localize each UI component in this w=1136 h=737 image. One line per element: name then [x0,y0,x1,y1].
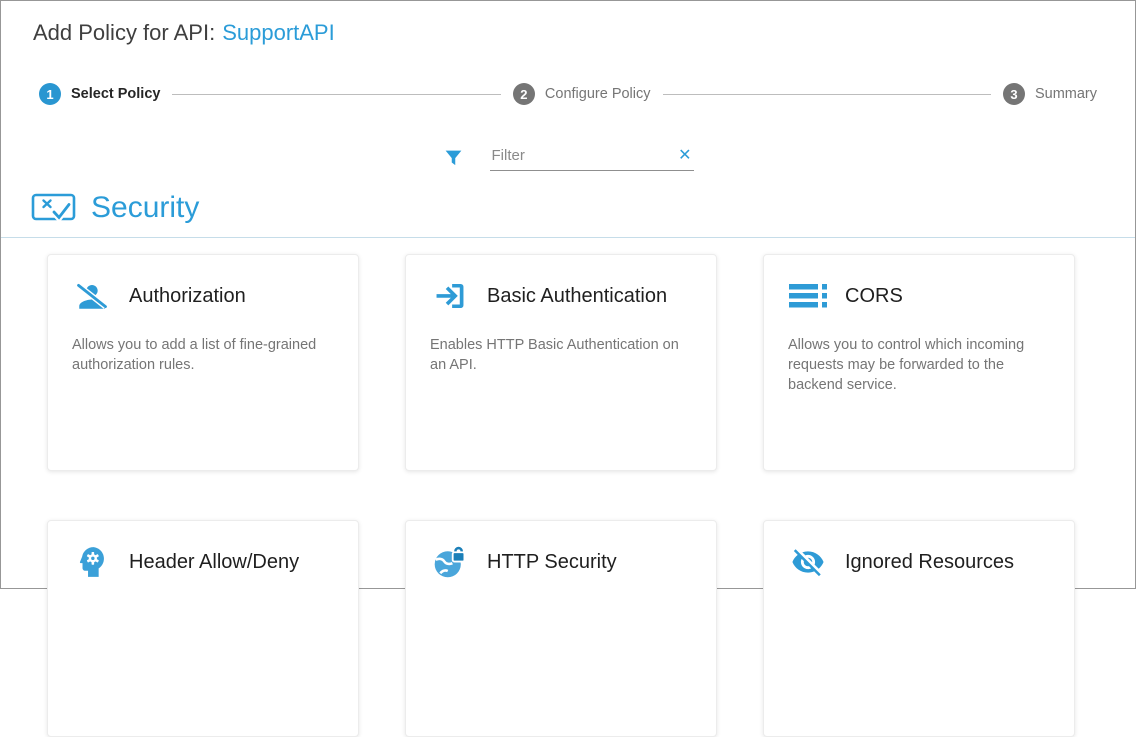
step-2-circle: 2 [513,83,535,105]
card-title: Authorization [129,285,246,308]
filter-input[interactable] [490,146,677,165]
filter-field: ✕ [490,146,694,171]
login-arrow-icon [430,278,470,314]
policy-card-http-security[interactable]: HTTP Security [405,520,717,737]
card-title: Ignored Resources [845,551,1014,574]
step-2-label: Configure Policy [545,86,651,102]
filter-funnel-icon [443,148,464,169]
globe-lock-icon [430,544,470,580]
filter-row: ✕ [1,146,1135,174]
policy-card-basic-authentication[interactable]: Basic Authentication Enables HTTP Basic … [405,254,717,471]
card-title: Basic Authentication [487,285,667,308]
step-select-policy[interactable]: 1 Select Policy [39,83,160,105]
policy-card-header-allow-deny[interactable]: Header Allow/Deny [47,520,359,737]
add-policy-page: { "header": { "title_prefix": "Add Polic… [0,0,1136,589]
step-3-circle: 3 [1003,83,1025,105]
wizard-stepper: 1 Select Policy 2 Configure Policy 3 Sum… [1,82,1135,106]
policy-card-cors[interactable]: CORS Allows you to control which incomin… [763,254,1075,471]
policy-card-authorization[interactable]: Authorization Allows you to add a list o… [47,254,359,471]
policy-card-grid: Authorization Allows you to add a list o… [1,238,1135,737]
page-title-prefix: Add Policy for API: [33,20,215,45]
stepper-connector [663,94,991,95]
step-configure-policy[interactable]: 2 Configure Policy [513,83,651,105]
card-title: Header Allow/Deny [129,551,299,574]
step-1-label: Select Policy [71,86,160,102]
eye-off-icon [788,544,828,580]
stepper-connector [172,94,500,95]
section-header-security: Security [1,191,1135,225]
step-summary[interactable]: 3 Summary [1003,83,1097,105]
step-1-circle: 1 [39,83,61,105]
clear-filter-icon[interactable]: ✕ [676,148,693,164]
card-description: Allows you to add a list of fine-grained… [72,335,334,375]
api-name: SupportAPI [222,20,335,45]
step-3-label: Summary [1035,86,1097,102]
head-gear-icon [72,544,112,580]
card-title: CORS [845,285,903,308]
card-title: HTTP Security [487,551,617,574]
policy-checkbox-icon [31,191,78,225]
card-description: Allows you to control which incoming req… [788,335,1050,395]
list-lines-icon [788,278,828,314]
page-title: Add Policy for API: SupportAPI [1,1,1135,46]
policy-card-ignored-resources[interactable]: Ignored Resources [763,520,1075,737]
section-title: Security [91,191,199,225]
card-description: Enables HTTP Basic Authentication on an … [430,335,692,375]
authorization-person-off-icon [72,278,112,314]
